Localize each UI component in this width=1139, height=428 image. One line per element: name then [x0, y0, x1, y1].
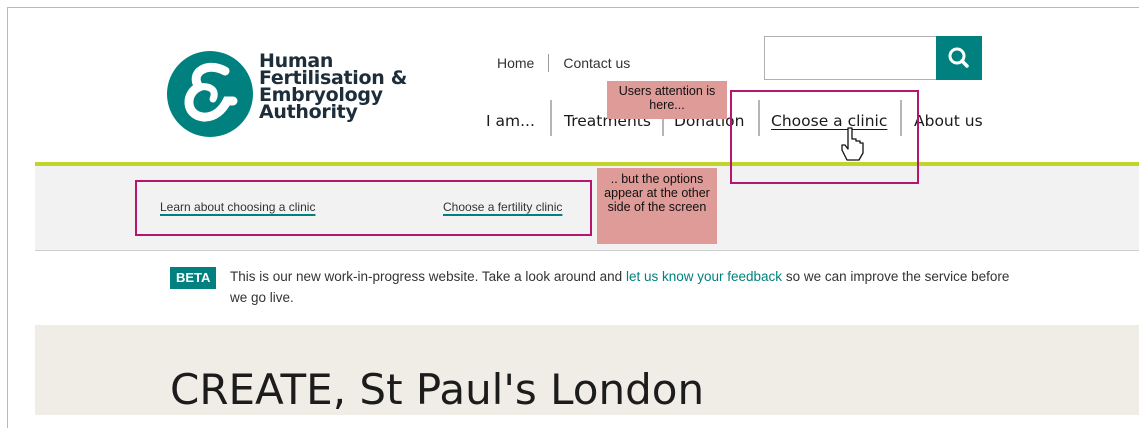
hfea-logo[interactable]: Human Fertilisation & Embryology Authori…	[167, 51, 407, 141]
hand-pointer-icon	[841, 127, 864, 161]
logo-wordmark: Human Fertilisation & Embryology Authori…	[259, 52, 407, 123]
feedback-link[interactable]: let us know your feedback	[626, 269, 782, 284]
utility-nav-divider	[548, 54, 550, 72]
nav-divider	[550, 100, 552, 136]
nav-about-us[interactable]: About us	[914, 110, 983, 132]
beta-text-before: This is our new work-in-progress website…	[230, 269, 623, 284]
options-note: .. but the options appear at the other s…	[597, 168, 717, 244]
attention-note: Users attention is here...	[607, 81, 727, 119]
search-input[interactable]	[764, 36, 936, 80]
subnav-highlight-box	[135, 180, 592, 236]
nav-highlight-box	[730, 90, 919, 184]
search-icon	[948, 47, 969, 68]
logo-ampersand-icon	[167, 51, 253, 137]
beta-badge: BETA	[170, 267, 217, 289]
page-title: CREATE, St Paul's London	[170, 365, 705, 414]
search-button[interactable]	[936, 36, 982, 80]
utility-nav: Home Contact us	[497, 54, 630, 72]
contact-us-link[interactable]: Contact us	[563, 55, 630, 71]
logo-line-4: Authority	[259, 101, 358, 123]
home-link[interactable]: Home	[497, 55, 534, 71]
nav-i-am[interactable]: I am...	[486, 110, 535, 132]
beta-message: This is our new work-in-progress website…	[230, 266, 1020, 308]
